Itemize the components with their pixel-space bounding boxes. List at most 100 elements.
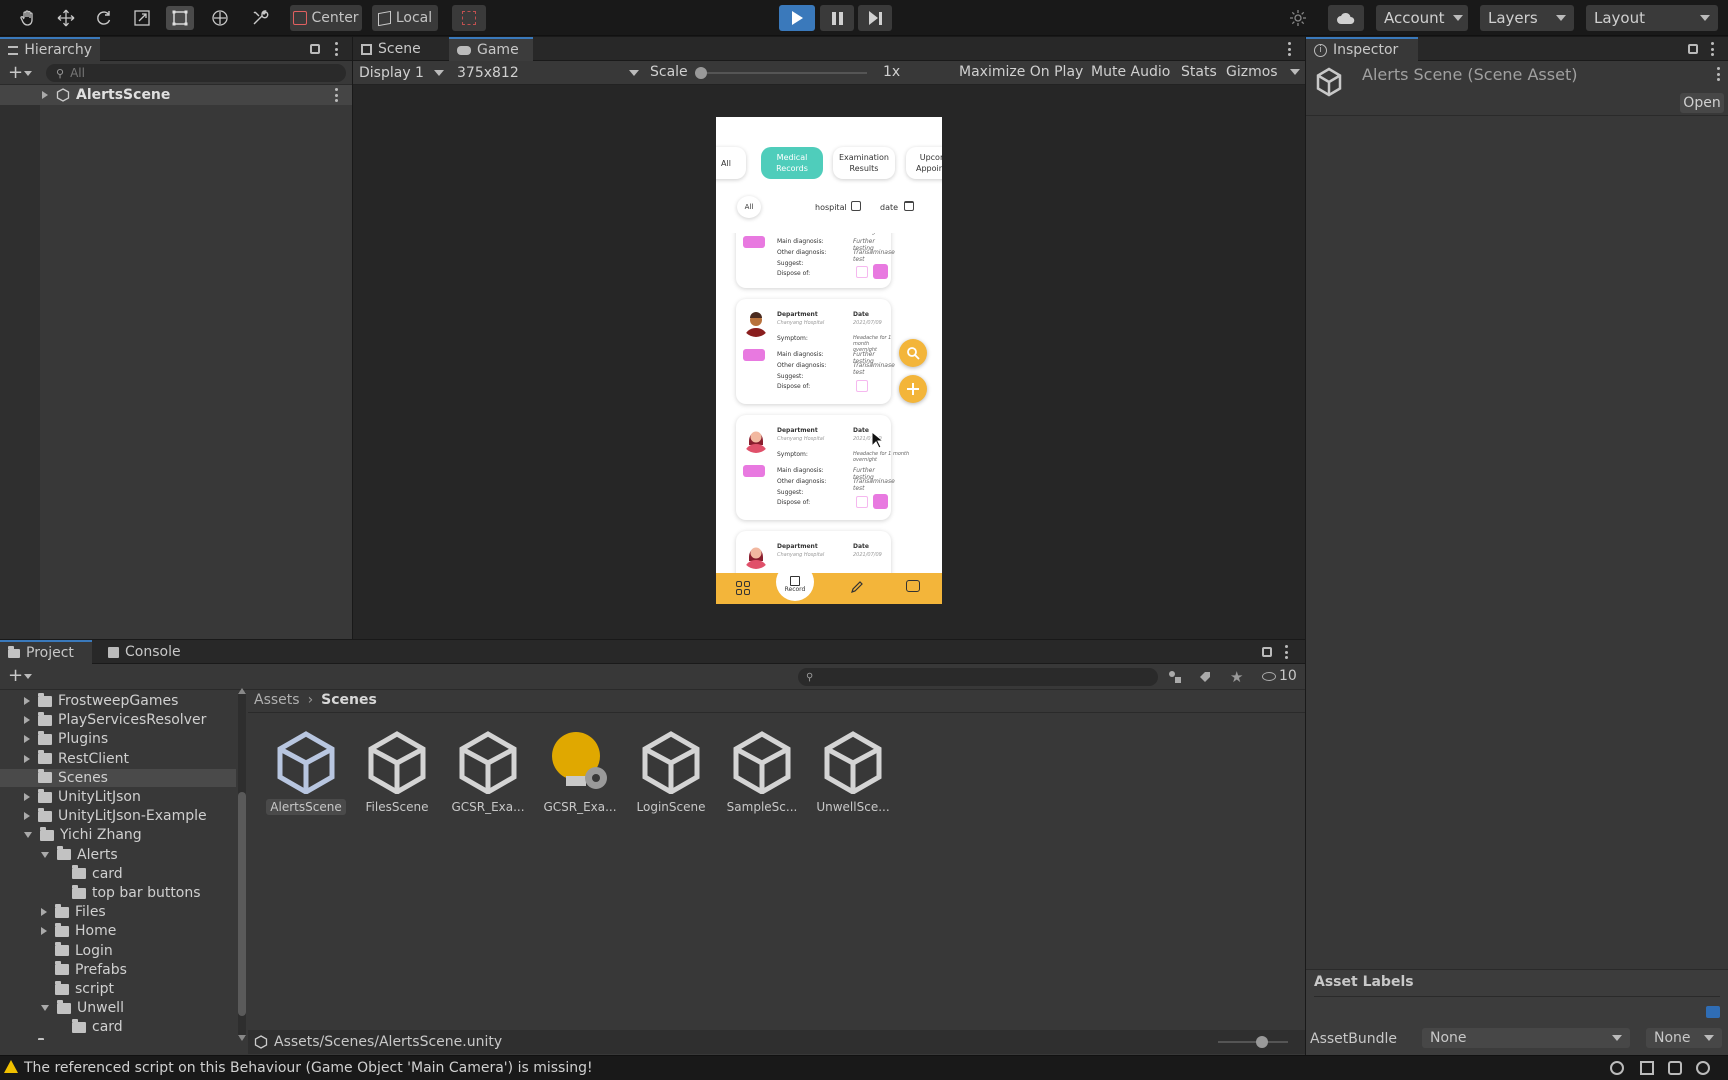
record-card[interactable]: Department Chanyang Hospital Date 2021/0… [736,415,909,520]
maximize-on-play-toggle[interactable]: Maximize On Play [959,64,1083,80]
display-dropdown[interactable]: Display 1 [359,64,447,82]
asset-tile[interactable]: LoginScene [631,730,711,814]
game-render-phone[interactable]: All Medical Records Examination Results … [716,117,942,604]
step-button[interactable] [858,5,892,31]
layers-dropdown[interactable]: Layers [1480,5,1574,31]
hidden-packages-toggle[interactable]: 10 [1262,668,1297,684]
record-card[interactable]: overnight Main diagnosis: Further testin… [736,233,895,288]
asset-tile[interactable]: GCSR_Exa... [448,730,528,814]
settings-status-icon[interactable] [1668,1061,1682,1075]
expanded-arrow-icon[interactable] [41,1005,49,1012]
variant-dropdown[interactable]: None [1646,1028,1722,1048]
tree-item[interactable]: top bar buttons [0,884,236,902]
add-icon[interactable]: + [8,667,23,685]
play-button[interactable] [779,5,815,31]
asset-tile[interactable]: FilesScene [357,730,437,814]
chevron-down-icon[interactable] [24,71,32,76]
tree-item[interactable]: Alerts [0,846,236,864]
project-search-input[interactable]: ⚲ [798,668,1158,686]
rotate-tool-icon[interactable] [90,6,118,30]
scale-slider-track[interactable] [697,72,867,74]
kebab-menu-icon[interactable] [1716,67,1720,81]
tree-item[interactable]: Prefabs [0,961,236,979]
pivot-local-button[interactable]: Local [372,5,438,31]
expanded-arrow-icon[interactable] [41,851,49,858]
add-fab[interactable] [899,375,927,403]
download-icon[interactable] [873,494,888,509]
chevron-down-icon[interactable] [24,674,32,679]
add-icon[interactable]: + [8,64,23,82]
breadcrumb-scenes[interactable]: Scenes [321,692,377,708]
custom-tool-icon[interactable] [246,6,274,30]
icon-size-slider-track[interactable] [1218,1041,1288,1043]
scroll-down-icon[interactable] [238,1035,246,1041]
asset-tile[interactable]: GCSR_Exa... [540,730,620,814]
transform-tool-icon[interactable] [206,6,234,30]
bookmark-icon[interactable] [856,380,868,392]
home-grid-icon[interactable] [736,581,750,595]
search-fab[interactable] [899,339,927,367]
tree-item[interactable]: RestClient [0,750,236,768]
tree-item[interactable]: Unwell [0,999,236,1017]
breadcrumb-assets[interactable]: Assets [254,692,300,708]
tree-scrollbar[interactable] [238,688,246,1041]
tree-item[interactable]: PlayServicesResolver [0,711,236,729]
kebab-menu-icon[interactable] [1284,645,1288,659]
grid-snap-button[interactable] [452,5,486,31]
record-card[interactable]: Department Chanyang Hospital Date 2021/0… [736,531,891,573]
hospital-filter-icon[interactable] [851,201,861,211]
tab-hierarchy[interactable]: Hierarchy [0,37,100,61]
tree-item[interactable]: Login [0,942,236,960]
tree-item[interactable]: Packages [0,1038,236,1040]
bookmark-icon[interactable] [856,496,868,508]
gizmos-dropdown[interactable]: Gizmos [1226,64,1302,80]
pivot-center-button[interactable]: Center [290,5,362,31]
lock-icon[interactable] [1262,647,1272,657]
collapsed-arrow-icon[interactable] [41,908,47,917]
profile-card-icon[interactable] [906,580,920,592]
rect-tool-icon[interactable] [166,6,194,30]
check-icon[interactable] [1696,1061,1710,1075]
tree-item[interactable]: script [0,980,236,998]
tab-upcoming-appointments-pill[interactable]: Upcor Appoint [906,147,942,179]
mute-audio-toggle[interactable]: Mute Audio [1091,64,1170,80]
tree-item[interactable]: Files [0,903,236,921]
tree-item[interactable]: UnityLitJson [0,788,236,806]
record-nav-button[interactable]: Record [776,563,814,601]
tab-project[interactable]: Project [0,640,92,664]
tree-item[interactable]: Scenes [0,768,236,787]
hierarchy-search-input[interactable]: ⚲ All [46,64,346,82]
download-icon[interactable] [873,264,888,279]
kebab-menu-icon[interactable] [1710,42,1714,56]
expanded-arrow-icon[interactable] [24,832,32,839]
tree-item[interactable]: Plugins [0,730,236,748]
label-filter-icon[interactable] [1198,670,1212,684]
asset-tile[interactable]: UnwellSce... [813,730,893,814]
tab-scene[interactable]: Scene [353,37,445,61]
records-list[interactable]: overnight Main diagnosis: Further testin… [716,233,942,573]
tab-game[interactable]: Game [449,37,533,61]
sun-icon[interactable] [1284,6,1312,30]
layout-dropdown[interactable]: Layout [1586,5,1718,31]
collapsed-arrow-icon[interactable] [24,754,30,763]
collapsed-arrow-icon[interactable] [24,793,30,801]
tab-console[interactable]: Console [100,640,192,664]
bug-icon[interactable] [1610,1061,1624,1075]
tag-icon[interactable] [1706,1006,1720,1018]
expand-arrow-icon[interactable] [42,91,48,99]
tree-item[interactable]: UnityLitJson-Example [0,807,236,825]
tree-item[interactable]: card [0,865,236,883]
tree-item[interactable]: Home [0,922,236,940]
asset-tile[interactable]: SampleSc... [722,730,802,814]
filter-all-button[interactable]: All [737,196,761,218]
collapsed-arrow-icon[interactable] [24,697,30,705]
move-tool-icon[interactable] [52,6,80,30]
tab-medical-records-pill[interactable]: Medical Records [761,147,823,179]
tree-item[interactable]: FrostweepGames [0,692,236,710]
scale-tool-icon[interactable] [128,6,156,30]
tab-all-pill[interactable]: All [716,147,746,179]
tab-inspector[interactable]: i Inspector [1306,37,1418,61]
account-dropdown[interactable]: Account [1376,5,1468,31]
status-message[interactable]: The referenced script on this Behaviour … [24,1060,593,1076]
collapsed-arrow-icon[interactable] [24,716,30,725]
